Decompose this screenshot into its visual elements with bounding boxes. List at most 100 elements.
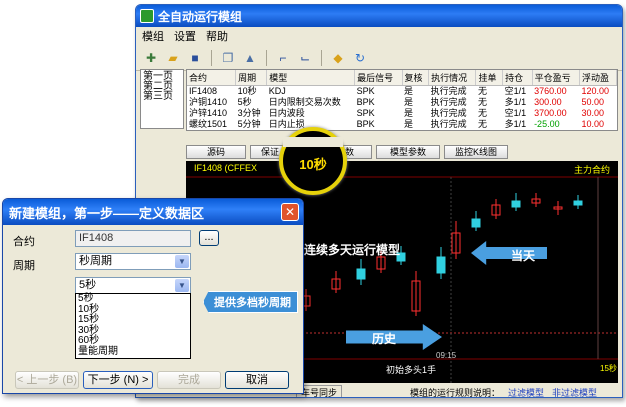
table-cell: 执行完成 [430, 97, 467, 107]
contract-field[interactable]: IF1408 [75, 230, 191, 247]
annotation-today: 当天 [511, 249, 536, 263]
table-row[interactable]: 沪铜1410 5秒 日内限制交易次数 BPK 是 执行完成无 多1/1 300.00 50.00 [187, 97, 617, 108]
toolbar: ✚ ▰ ■ ❐ ▲ ⌐ ⌙ ◆ ↻ [136, 45, 622, 71]
table-cell: 沪锌1410 [189, 108, 228, 118]
table-cell: KDJ [268, 86, 286, 96]
col-header[interactable]: 平仓盈亏 [532, 70, 580, 86]
col-header[interactable]: 周期 [235, 70, 268, 86]
col-header[interactable]: 挂单 [475, 70, 504, 86]
next-button[interactable]: 下一步 (N) > [83, 371, 153, 389]
table-row[interactable]: 螺纹1501 5分钟 日内止损 BPK 是执行完成无多1/1 -25.00 10.00 [187, 119, 617, 130]
copy-icon[interactable]: ❐ [219, 49, 237, 67]
candle-body [471, 218, 481, 228]
main-title: 全自动运行模组 [158, 9, 243, 24]
prev-button[interactable]: < 上一步 (B) [15, 371, 79, 389]
table-cell: BPK [356, 97, 375, 107]
candle-body [573, 200, 583, 206]
table-cell: SPK [356, 108, 375, 118]
chevron-down-icon[interactable]: ▼ [175, 255, 189, 268]
table-cell: 空1/1 [504, 86, 527, 96]
table-cell: 300.00 [534, 97, 562, 107]
browse-button[interactable]: ... [199, 230, 219, 246]
time-label: 09:15 [436, 351, 457, 360]
dialog-title: 新建模组，第一步——定义数据区 [9, 205, 205, 221]
table-cell: 是 [404, 86, 414, 96]
tab-monitor-kline[interactable]: 监控K线图 [444, 145, 508, 159]
table-cell: 120.00 [581, 86, 609, 96]
open-folder-icon[interactable]: ▰ [164, 49, 182, 67]
col-header[interactable]: 持仓 [502, 70, 533, 86]
close-icon[interactable]: ✕ [281, 203, 299, 221]
table-cell: 日内限制交易次数 [268, 97, 341, 107]
save-icon[interactable]: ■ [186, 49, 204, 67]
table-row[interactable]: IF1408 10秒 KDJ SPK 是 执行完成无 空1/1 3760.00 120.00 [187, 86, 617, 98]
table-cell: 沪铜1410 [189, 97, 228, 107]
col-header[interactable]: 执行情况 [428, 70, 477, 86]
col-header[interactable]: 浮动盈 [579, 70, 617, 86]
table-cell: 是 [404, 119, 414, 129]
table-cell: 无 [477, 119, 487, 129]
page-item[interactable]: 第三页 [143, 92, 181, 102]
period-select[interactable]: 秒周期 ▼ [75, 253, 191, 270]
status-link-nonfilter[interactable]: 非过滤模型 [552, 386, 597, 398]
tab-source[interactable]: 源码 [186, 145, 246, 159]
table-cell: 10秒 [237, 86, 257, 96]
candle-body [436, 256, 446, 274]
period-options-list: 5秒 10秒 15秒 30秒 60秒 量能周期 [75, 293, 191, 359]
list-item[interactable]: 5秒 [78, 293, 190, 305]
table-cell: 执行完成 [430, 119, 467, 129]
table-cell: 3分钟 [237, 108, 261, 118]
chevron-down-icon[interactable]: ▼ [175, 279, 189, 292]
tab-model-params[interactable]: 模型参数 [376, 145, 440, 159]
new-module-dialog: 新建模组，第一步——定义数据区 ✕ 合约 IF1408 ... 周期 秒周期 ▼… [2, 198, 304, 394]
page-list: 第一页 第二页 第三页 [140, 69, 184, 129]
contract-label: 合约 [13, 236, 35, 248]
table-cell: 10.00 [581, 119, 604, 129]
table-cell: SPK [356, 86, 375, 96]
menu-help[interactable]: 帮助 [206, 28, 228, 44]
table-cell: 多1/1 [504, 119, 527, 129]
col-header[interactable]: 复核 [402, 70, 430, 86]
table-cell: 50.00 [581, 97, 604, 107]
status-link-filter[interactable]: 过滤模型 [508, 386, 544, 398]
trend-icon[interactable]: ⌙ [296, 49, 314, 67]
table-cell: 无 [477, 108, 487, 118]
cancel-button[interactable]: 取消 [225, 371, 289, 389]
menu-settings[interactable]: 设置 [174, 28, 196, 44]
sub-period-select-value: 5秒 [79, 279, 97, 291]
zoom-circle: 10秒 [279, 127, 347, 195]
table-cell: 多1/1 [504, 97, 527, 107]
table-cell: -25.00 [534, 119, 560, 129]
table-cell: 30.00 [581, 108, 604, 118]
list-item[interactable]: 15秒 [78, 314, 190, 326]
period-select-value: 秒周期 [79, 255, 112, 267]
new-icon[interactable]: ✚ [142, 49, 160, 67]
table-cell: 是 [404, 108, 414, 118]
table-cell: 3760.00 [534, 86, 567, 96]
table-cell: 无 [477, 97, 487, 107]
table-cell: 5分钟 [237, 119, 261, 129]
col-header[interactable]: 模型 [266, 70, 356, 86]
table-cell: 5秒 [237, 97, 252, 107]
sub-period-select[interactable]: 5秒 ▼ [75, 277, 191, 294]
annotation-multi-day: 连续多天运行模型 [304, 243, 401, 257]
finish-button[interactable]: 完成 [157, 371, 221, 389]
candle-body [511, 200, 521, 208]
col-header[interactable]: 合约 [187, 70, 237, 86]
app-icon [140, 9, 154, 23]
upload-icon[interactable]: ▲ [241, 49, 259, 67]
menu-module[interactable]: 模组 [142, 28, 164, 44]
shield-icon[interactable]: ◆ [329, 49, 347, 67]
list-item[interactable]: 60秒 [78, 335, 190, 347]
table-row[interactable]: 沪锌1410 3分钟 日内波段 SPK 是 执行完成无 空1/1 3700.00 30.00 [187, 108, 617, 119]
period-label: 周期 [13, 260, 35, 272]
refresh-icon[interactable]: ↻ [351, 49, 369, 67]
zoom-label: 10秒 [299, 157, 327, 172]
module-table: 合约 周期 模型 最后信号 复核 执行情况 挂单 持仓 平仓盈亏 浮动盈 IF1… [186, 69, 618, 131]
col-header[interactable]: 最后信号 [354, 70, 403, 86]
table-cell: BPK [356, 119, 375, 129]
table-cell: 空1/1 [504, 108, 527, 118]
list-item[interactable]: 量能周期 [78, 346, 190, 358]
main-titlebar: 全自动运行模组 [136, 5, 622, 27]
line-chart-icon[interactable]: ⌐ [274, 49, 292, 67]
